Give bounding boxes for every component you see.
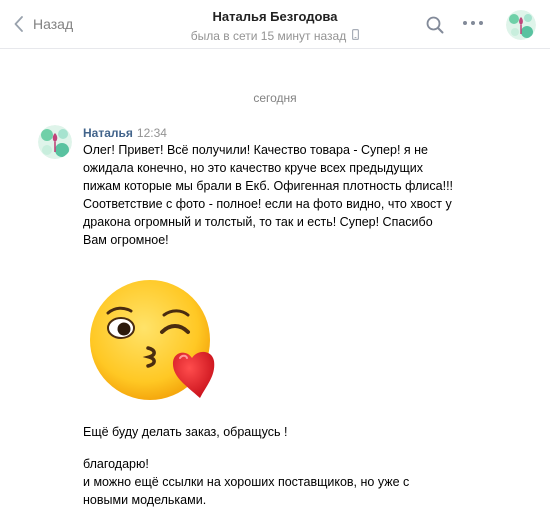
mobile-phone-icon xyxy=(352,28,360,44)
message-header: Наталья 12:34 xyxy=(83,126,167,140)
message-text: Олег! Привет! Всё получили! Качество тов… xyxy=(83,143,454,247)
message-text: благодарю! и можно ещё ссылки на хороших… xyxy=(83,457,410,507)
kissing-face-heart-sticker[interactable] xyxy=(84,280,224,400)
chat-header: Назад Наталья Безгодова была в сети 15 м… xyxy=(0,0,550,49)
message-author[interactable]: Наталья xyxy=(83,126,133,140)
message-text: Ещё буду делать заказ, обращусь ! xyxy=(83,425,288,439)
peer-status-text: была в сети 15 минут назад xyxy=(190,29,347,43)
more-button[interactable] xyxy=(463,21,483,25)
date-separator: сегодня xyxy=(253,91,297,105)
search-icon xyxy=(426,16,444,38)
peer-status: была в сети 15 минут назад xyxy=(190,28,360,44)
message-time: 12:34 xyxy=(136,126,167,140)
message-author-avatar[interactable] xyxy=(38,125,72,159)
header-avatar[interactable] xyxy=(506,10,536,40)
more-horizontal-icon xyxy=(463,21,467,25)
peer-info: Наталья Безгодова была в сети 15 минут н… xyxy=(0,9,550,45)
search-button[interactable] xyxy=(426,16,444,39)
